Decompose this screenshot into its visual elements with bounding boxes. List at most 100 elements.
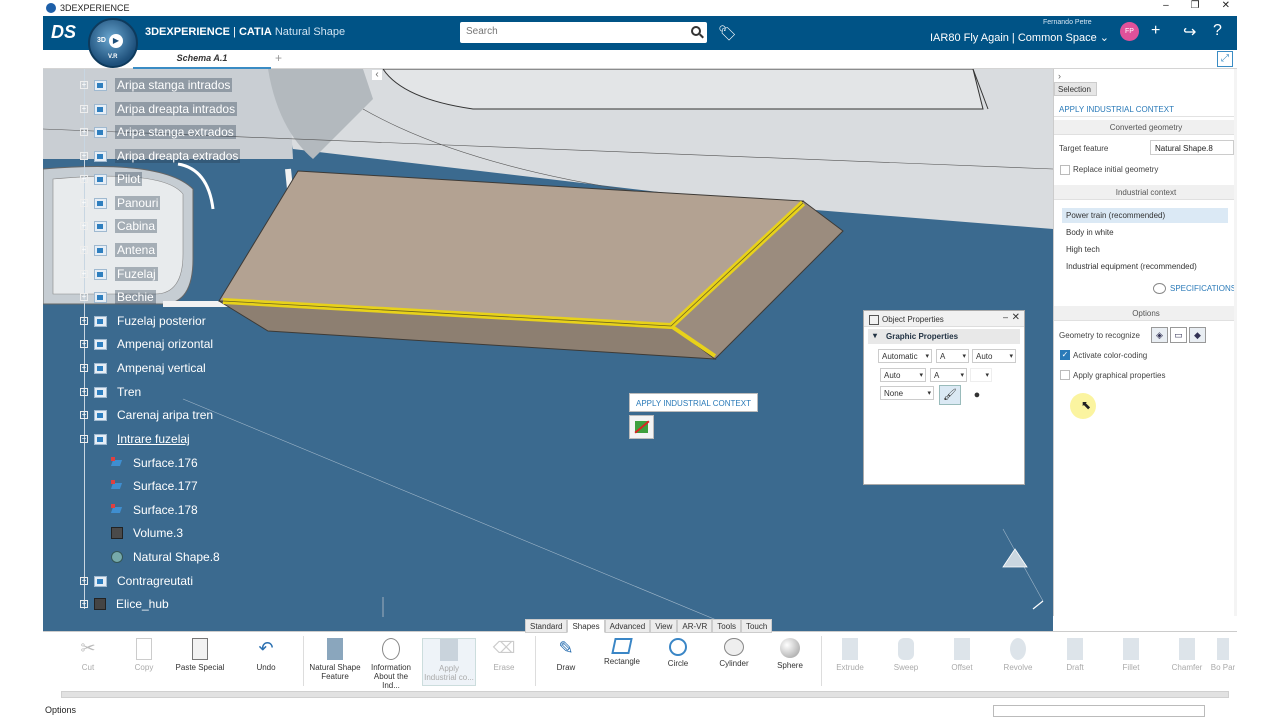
expand-icon[interactable]: +: [80, 222, 88, 230]
surface-recognize-icon[interactable]: ◈: [1151, 327, 1168, 343]
collapse-icon[interactable]: −: [80, 435, 88, 443]
tree-item-label[interactable]: Aripa dreapta intrados: [115, 102, 238, 116]
industrial-context-header[interactable]: Industrial context: [1054, 185, 1237, 200]
sweep-button[interactable]: Sweep: [879, 638, 933, 672]
fillet-button[interactable]: Fillet: [1104, 638, 1158, 672]
target-feature-field[interactable]: Natural Shape.8: [1150, 140, 1234, 155]
draft-button[interactable]: Draft: [1048, 638, 1102, 672]
color-select[interactable]: Automatic: [878, 349, 932, 363]
expand-icon[interactable]: +: [80, 246, 88, 254]
expand-icon[interactable]: +: [80, 152, 88, 160]
tree-item-label[interactable]: Fuzelaj: [115, 267, 158, 281]
play-icon[interactable]: ▶: [109, 34, 123, 48]
tree-item[interactable]: + Fuzelaj: [80, 265, 158, 283]
compass-widget[interactable]: 3D ▶ V.R: [88, 18, 138, 68]
material-icon[interactable]: ●: [966, 385, 988, 405]
tag-icon[interactable]: 🏷: [718, 24, 737, 42]
rectangle-button[interactable]: Rectangle: [595, 638, 649, 666]
tree-item-label[interactable]: Surface.178: [131, 503, 200, 517]
tab-schema[interactable]: Schema A.1: [133, 50, 271, 69]
expand-icon[interactable]: +: [80, 175, 88, 183]
expand-icon[interactable]: +: [80, 105, 88, 113]
tree-item[interactable]: Natural Shape.8: [111, 548, 222, 566]
tree-item-label[interactable]: Elice_hub: [114, 597, 171, 611]
cut-button[interactable]: ✂ Cut: [61, 638, 115, 672]
command-input[interactable]: [993, 705, 1205, 717]
revolve-button[interactable]: Revolve: [991, 638, 1045, 672]
transparency-select[interactable]: A: [936, 349, 969, 363]
tree-item-label[interactable]: Contragreutati: [115, 574, 195, 588]
sphere-button[interactable]: Sphere: [763, 638, 817, 670]
maximize-button[interactable]: ❐: [1191, 0, 1200, 11]
expand-icon[interactable]: +: [80, 340, 88, 348]
tree-item[interactable]: + Antena: [80, 241, 158, 259]
tree-item[interactable]: + Aripa dreapta intrados: [80, 100, 238, 118]
expand-icon[interactable]: +: [80, 128, 88, 136]
share-icon[interactable]: ↪: [1183, 22, 1196, 42]
section-tab-standard[interactable]: Standard: [525, 619, 568, 633]
action-bar-scrollbar[interactable]: [61, 691, 1229, 698]
expand-icon[interactable]: +: [80, 293, 88, 301]
painter-brush-icon[interactable]: 🖌: [939, 385, 961, 405]
expand-icon[interactable]: +: [80, 411, 88, 419]
graphic-properties-section[interactable]: Graphic Properties: [868, 329, 1020, 344]
tree-item-label[interactable]: Ampenaj vertical: [115, 361, 208, 375]
circle-button[interactable]: Circle: [651, 638, 705, 668]
tree-item-label[interactable]: Carenaj aripa tren: [115, 408, 215, 422]
apply-graphical-properties-checkbox[interactable]: [1060, 370, 1070, 380]
minimize-button[interactable]: –: [1163, 0, 1169, 11]
tree-item-label[interactable]: Aripa stanga intrados: [115, 78, 233, 92]
context-option[interactable]: Body in white: [1062, 225, 1228, 240]
tree-item-label[interactable]: Aripa dreapta extrados: [115, 149, 241, 163]
tab-selection[interactable]: Selection: [1054, 82, 1097, 96]
tree-item-label[interactable]: Volume.3: [131, 526, 185, 540]
section-tab-advanced[interactable]: Advanced: [604, 619, 651, 633]
line-weight-select[interactable]: Auto: [880, 368, 926, 382]
tree-item[interactable]: + Aripa stanga intrados: [80, 76, 233, 94]
expand-icon[interactable]: +: [80, 577, 88, 585]
point-type-select[interactable]: A: [930, 368, 967, 382]
expand-icon[interactable]: +: [80, 317, 88, 325]
paste-special-button[interactable]: Paste Special: [173, 638, 227, 672]
tree-item[interactable]: Volume.3: [111, 524, 185, 542]
undo-button[interactable]: ↶ Undo: [239, 638, 293, 672]
tree-item[interactable]: − Intrare fuzelaj: [80, 430, 192, 448]
tree-item[interactable]: Surface.178: [111, 501, 200, 519]
tree-item-label[interactable]: Natural Shape.8: [131, 550, 222, 564]
expand-icon[interactable]: +: [80, 364, 88, 372]
tree-item-label[interactable]: Cabina: [115, 219, 158, 233]
tree-item[interactable]: + Aripa stanga extrados: [80, 123, 236, 141]
tree-item[interactable]: Surface.176: [111, 454, 200, 472]
expand-icon[interactable]: +: [80, 199, 88, 207]
panel-scrollbar[interactable]: [1234, 69, 1237, 616]
ds-logo-icon[interactable]: DS: [51, 22, 76, 43]
tree-item-label[interactable]: Bechie: [115, 290, 156, 304]
extrude-button[interactable]: Extrude: [823, 638, 877, 672]
context-option[interactable]: High tech: [1062, 242, 1228, 257]
context-option[interactable]: Power train (recommended): [1062, 208, 1228, 223]
natural-shape-feature-button[interactable]: Natural Shape Feature: [308, 638, 362, 681]
expand-icon[interactable]: +: [80, 81, 88, 89]
tree-item[interactable]: + Ampenaj vertical: [80, 359, 208, 377]
tree-item[interactable]: + Pilot: [80, 170, 143, 188]
section-tab-tools[interactable]: Tools: [712, 619, 741, 633]
erase-button[interactable]: ⌫ Erase: [477, 638, 531, 672]
context-option[interactable]: Industrial equipment (recommended): [1062, 259, 1228, 274]
tree-item[interactable]: + Fuzelaj posterior: [80, 312, 208, 330]
fit-all-icon[interactable]: ⤢: [1217, 51, 1233, 67]
add-icon[interactable]: +: [1151, 22, 1160, 40]
tree-item-label[interactable]: Intrare fuzelaj: [115, 432, 192, 446]
tree-item[interactable]: + Aripa dreapta extrados: [80, 147, 241, 165]
copy-button[interactable]: Copy: [117, 638, 171, 672]
tree-item[interactable]: + Ampenaj orizontal: [80, 335, 215, 353]
search-field[interactable]: [460, 22, 707, 43]
apply-context-handle-icon[interactable]: [629, 415, 654, 439]
converted-geometry-header[interactable]: Converted geometry: [1054, 120, 1237, 135]
tree-item[interactable]: + Elice_hub: [80, 595, 171, 613]
expand-icon[interactable]: +: [80, 270, 88, 278]
minimize-panel-button[interactable]: –: [1003, 312, 1008, 322]
close-panel-button[interactable]: ✕: [1012, 312, 1020, 323]
options-header[interactable]: Options: [1054, 306, 1237, 321]
cylinder-button[interactable]: Cylinder: [707, 638, 761, 668]
apply-industrial-context-button[interactable]: Apply Industrial co...: [422, 638, 476, 686]
